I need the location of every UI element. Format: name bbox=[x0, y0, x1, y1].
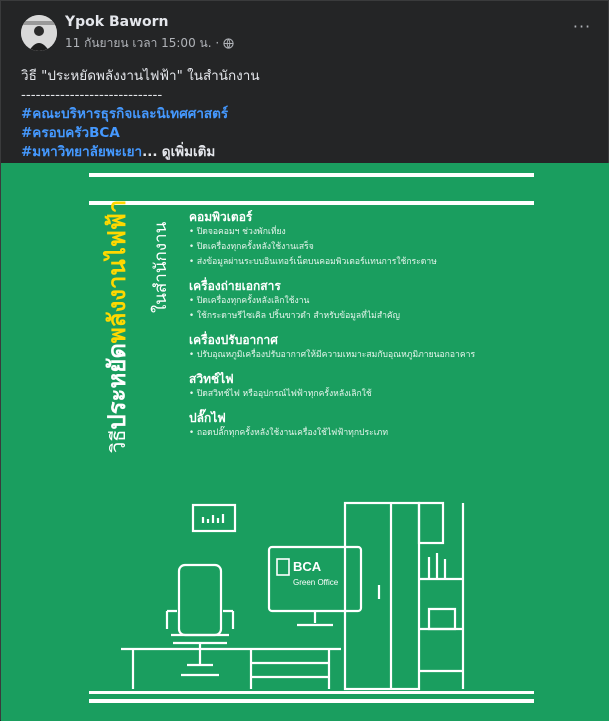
tip-item: ปรับอุณหภูมิเครื่องปรับอากาศให้มีความเหม… bbox=[189, 348, 549, 363]
title-prefix: วิธี bbox=[106, 429, 130, 453]
avatar[interactable] bbox=[21, 15, 57, 51]
more-options-button[interactable]: ··· bbox=[568, 17, 596, 45]
section-title: สวิทช์ไฟ bbox=[189, 372, 234, 386]
tip-item: ปิดสวิทช์ไฟ หรืออุปกรณ์ไฟฟ้าทุกครั้งหลัง… bbox=[189, 387, 549, 402]
tip-item: ปิดเครื่องทุกครั้งหลังเลิกใช้งาน bbox=[189, 294, 549, 309]
section-light-switch: สวิทช์ไฟ ปิดสวิทช์ไฟ หรืออุปกรณ์ไฟฟ้าทุก… bbox=[189, 371, 549, 402]
hashtag-link[interactable]: #มหาวิทยาลัยพะเยา bbox=[21, 144, 142, 160]
facebook-post: Ypok Baworn 11 กันยายน เวลา 15:00 น. · ·… bbox=[0, 0, 609, 721]
title-yellow: พลังงานไฟฟ้า bbox=[103, 199, 131, 344]
section-computer: คอมพิวเตอร์ ปิดจอคอมฯ ช่วงพักเที่ยง ปิดเ… bbox=[189, 209, 549, 270]
section-power-plug: ปลั๊กไฟ ถอดปลั๊กทุกครั้งหลังใช้งานเครื่อ… bbox=[189, 410, 549, 441]
tips-sections: คอมพิวเตอร์ ปิดจอคอมฯ ช่วงพักเที่ยง ปิดเ… bbox=[189, 209, 549, 449]
poster-vertical-subtitle: ในสำนักงาน bbox=[151, 221, 171, 313]
section-title: เครื่องถ่ายเอกสาร bbox=[189, 279, 281, 293]
author-name[interactable]: Ypok Baworn bbox=[65, 14, 169, 30]
hashtag-link[interactable]: #คณะบริหารธุรกิจและนิเทศศาสตร์ bbox=[21, 106, 228, 122]
section-title: เครื่องปรับอากาศ bbox=[189, 333, 278, 347]
post-header: Ypok Baworn 11 กันยายน เวลา 15:00 น. · ·… bbox=[1, 1, 609, 61]
bca-logo-icon bbox=[276, 558, 290, 576]
tip-item: ถอดปลั๊กทุกครั้งหลังใช้งานเครื่องใช้ไฟฟ้… bbox=[189, 426, 549, 441]
title-white: ประหยัด bbox=[103, 343, 131, 430]
hashtag-link[interactable]: #ครอบครัวBCA bbox=[21, 125, 120, 141]
tip-item: ส่งข้อมูลผ่านระบบอินเทอร์เน็ตบนคอมพิวเตอ… bbox=[189, 255, 549, 270]
post-text: วิธี "ประหยัดพลังงานไฟฟ้า" ในสำนักงาน --… bbox=[21, 67, 591, 162]
section-title: ปลั๊กไฟ bbox=[189, 411, 226, 425]
logo-main: BCA bbox=[293, 559, 322, 574]
top-decoration-bars bbox=[89, 173, 534, 205]
section-copier: เครื่องถ่ายเอกสาร ปิดเครื่องทุกครั้งหลัง… bbox=[189, 278, 549, 324]
tip-item: ปิดจอคอมฯ ช่วงพักเที่ยง bbox=[189, 225, 549, 240]
see-more-link[interactable]: ดูเพิ่มเติม bbox=[162, 144, 215, 160]
tip-item: ใช้กระดาษรีไซเคิล ปริ้นขาวดำ สำหรับข้อมู… bbox=[189, 309, 549, 324]
ellipsis: ... bbox=[142, 144, 158, 160]
post-title-line: วิธี "ประหยัดพลังงานไฟฟ้า" ในสำนักงาน bbox=[21, 68, 260, 84]
timestamp-text[interactable]: 11 กันยายน เวลา 15:00 น. · bbox=[65, 36, 219, 50]
tip-item: ปิดเครื่องทุกครั้งหลังใช้งานเสร็จ bbox=[189, 240, 549, 255]
post-timestamp[interactable]: 11 กันยายน เวลา 15:00 น. · bbox=[65, 34, 234, 53]
globe-icon bbox=[223, 38, 234, 52]
logo-sub: Green Office bbox=[293, 578, 339, 587]
bottom-decoration-bar-2 bbox=[89, 699, 534, 703]
post-image[interactable]: วิธีประหยัดพลังงานไฟฟ้า ในสำนักงาน คอมพิ… bbox=[1, 163, 609, 721]
office-illustration: BCA Green Office bbox=[121, 501, 465, 691]
section-title: คอมพิวเตอร์ bbox=[189, 210, 253, 224]
separator-line: ----------------------------- bbox=[21, 87, 163, 103]
poster-vertical-title: วิธีประหยัดพลังงานไฟฟ้า bbox=[97, 200, 136, 453]
section-air-conditioner: เครื่องปรับอากาศ ปรับอุณหภูมิเครื่องปรับ… bbox=[189, 332, 549, 363]
